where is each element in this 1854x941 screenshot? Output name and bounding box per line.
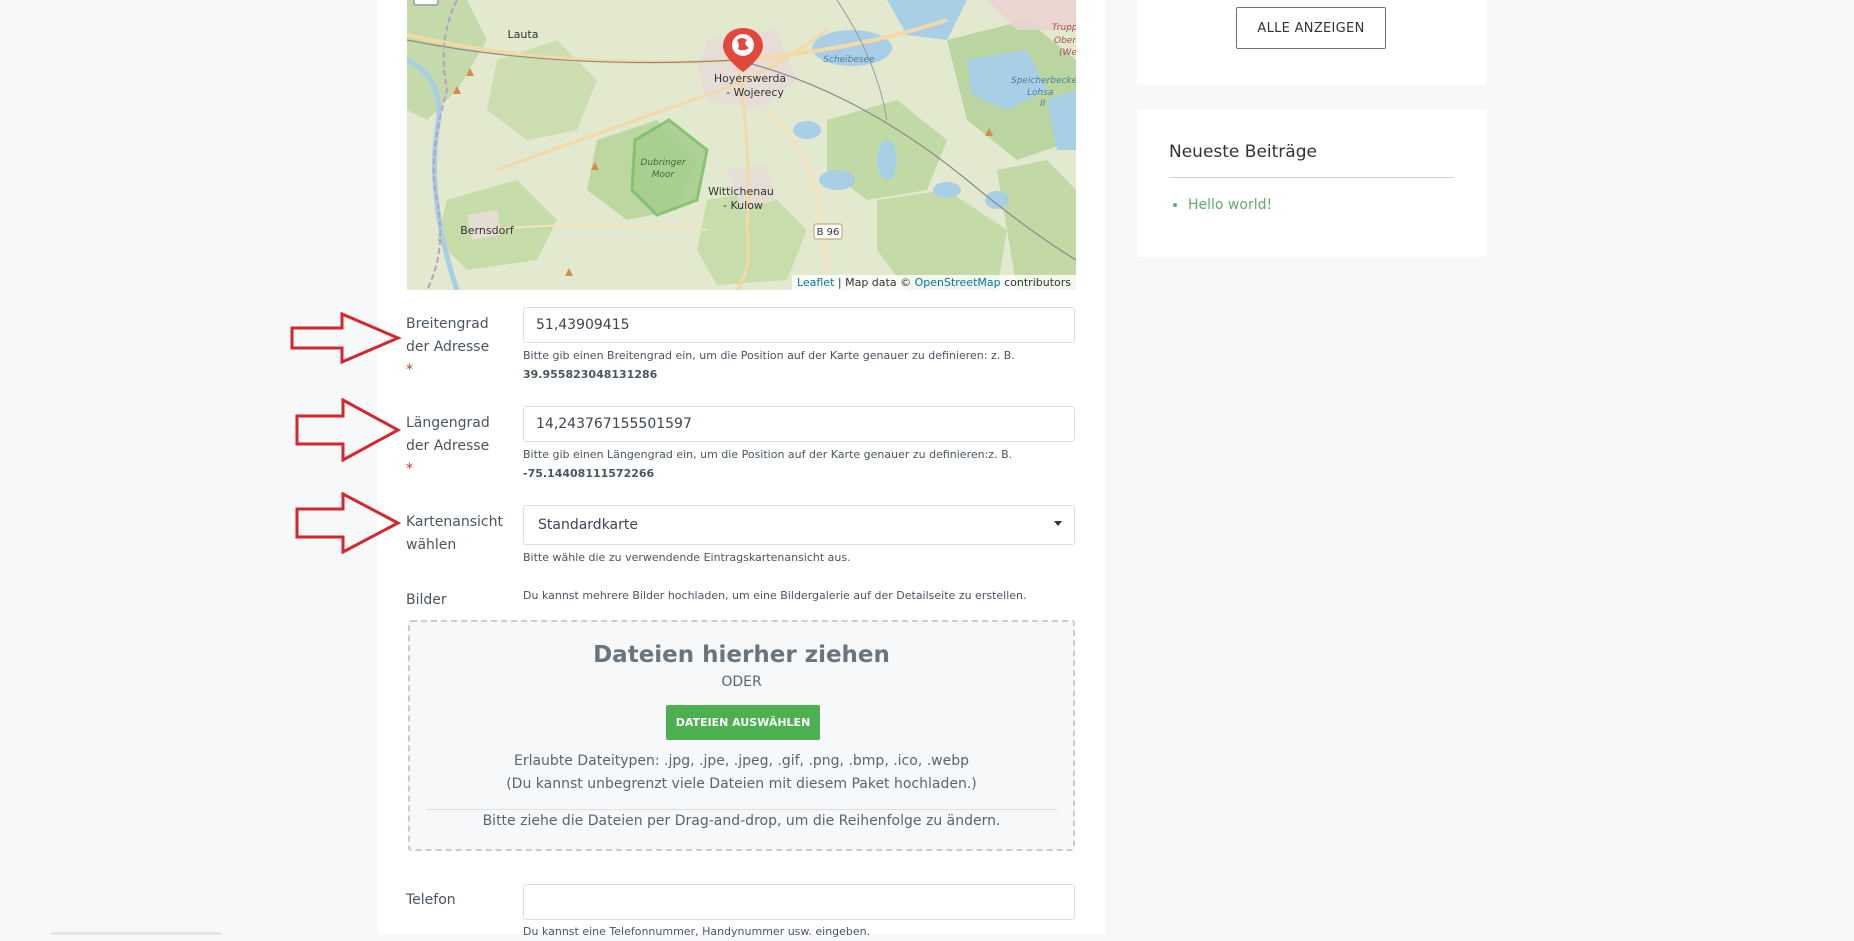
map-attribution: Leaflet | Map data © OpenStreetMap contr… (791, 275, 1076, 290)
map-label-scheibesee: Scheibesee (823, 55, 875, 65)
annotation-arrow-icon (295, 398, 402, 462)
select-files-button[interactable]: DATEIEN AUSWÄHLEN (666, 705, 820, 740)
map-view-label: Kartenansicht wählen (406, 514, 503, 553)
chevron-down-icon (1054, 521, 1062, 526)
attribution-separator: | Map data © (834, 276, 915, 289)
map-view-select[interactable]: Standardkarte (523, 505, 1075, 545)
osm-link[interactable]: OpenStreetMap (915, 276, 1001, 289)
map-view-help: Bitte wähle die zu verwendende Eintragsk… (523, 551, 851, 564)
images-help: Du kannst mehrere Bilder hochladen, um e… (523, 589, 1027, 602)
map-view-selected: Standardkarte (538, 517, 638, 533)
annotation-arrow-icon (290, 312, 402, 364)
dropzone-divider (426, 809, 1057, 810)
recent-posts-list: Hello world! (1170, 197, 1272, 213)
map-label-kulow: - Kulow (723, 199, 763, 212)
required-mark: * (406, 362, 413, 378)
map-label-dubringer: Dubringer (640, 158, 687, 168)
map-label-ober: Ober (1054, 36, 1076, 46)
recent-posts-divider (1169, 177, 1454, 178)
map-tiles: B 96 Lauta Hoyerswerda - Wojerecy Scheib… (407, 0, 1076, 290)
leaflet-link[interactable]: Leaflet (797, 276, 834, 289)
map-zoom-control[interactable] (413, 0, 439, 6)
map-label-truppen: Truppenü (1052, 23, 1076, 33)
recent-posts-title: Neueste Beiträge (1169, 142, 1317, 162)
map-label-wojerecy: - Wojerecy (726, 86, 784, 99)
latitude-input[interactable]: 51,43909415 (523, 307, 1075, 343)
phone-help: Du kannst eine Telefonnummer, Handynumme… (523, 925, 871, 938)
longitude-label: Längengrad der Adresse * (406, 412, 496, 481)
longitude-input[interactable]: 14,243767155501597 (523, 406, 1075, 442)
map-label-bernsdorf: Bernsdorf (460, 224, 515, 237)
phone-input[interactable] (523, 884, 1075, 920)
location-map[interactable]: B 96 Lauta Hoyerswerda - Wojerecy Scheib… (407, 0, 1076, 290)
map-label-lauta: Lauta (508, 28, 539, 41)
map-label-ii: II (1040, 99, 1046, 109)
map-label-lohsa: Lohsa (1027, 88, 1053, 98)
map-label-wittichenau: Wittichenau (708, 185, 774, 198)
longitude-help: Bitte gib einen Längengrad ein, um die P… (523, 445, 1083, 483)
latitude-label-text: Breitengrad der Adresse (406, 316, 490, 355)
list-item: Hello world! (1188, 197, 1272, 213)
latitude-help: Bitte gib einen Breitengrad ein, um die … (523, 346, 1083, 384)
required-mark: * (406, 461, 413, 477)
post-link[interactable]: Hello world! (1188, 197, 1272, 213)
reorder-hint: Bitte ziehe die Dateien per Drag-and-dro… (482, 813, 1001, 829)
allowed-file-types: Erlaubte Dateitypen: .jpg, .jpe, .jpeg, … (513, 753, 970, 769)
dropzone-or: ODER (721, 674, 762, 690)
map-label-b96: B 96 (817, 227, 840, 238)
attribution-suffix: contributors (1000, 276, 1071, 289)
longitude-label-text: Längengrad der Adresse (406, 415, 490, 454)
map-label-moor: Moor (652, 170, 676, 180)
phone-label: Telefon (406, 892, 456, 908)
map-label-speicherbecken: Speicherbecken (1011, 76, 1076, 86)
upload-limit: (Du kannst unbegrenzt viele Dateien mit … (506, 776, 977, 792)
image-dropzone[interactable]: Dateien hierher ziehen ODER DATEIEN AUSW… (408, 620, 1075, 851)
latitude-example: 39.955823048131286 (523, 368, 658, 381)
latitude-help-text: Bitte gib einen Breitengrad ein, um die … (523, 349, 1015, 362)
dropzone-info: Erlaubte Dateitypen: .jpg, .jpe, .jpeg, … (410, 750, 1073, 796)
annotation-arrow-icon (295, 492, 402, 554)
longitude-help-text: Bitte gib einen Längengrad ein, um die P… (523, 448, 1013, 461)
recent-posts-widget (1137, 110, 1486, 257)
images-label: Bilder (406, 592, 447, 608)
map-label-wes: (Wes (1059, 48, 1076, 58)
longitude-example: -75.14408111572266 (523, 467, 655, 480)
show-all-button[interactable]: ALLE ANZEIGEN (1236, 7, 1386, 49)
map-label-hoyerswerda: Hoyerswerda (714, 72, 786, 85)
dropzone-title: Dateien hierher ziehen (593, 642, 890, 668)
latitude-label: Breitengrad der Adresse * (406, 313, 496, 382)
